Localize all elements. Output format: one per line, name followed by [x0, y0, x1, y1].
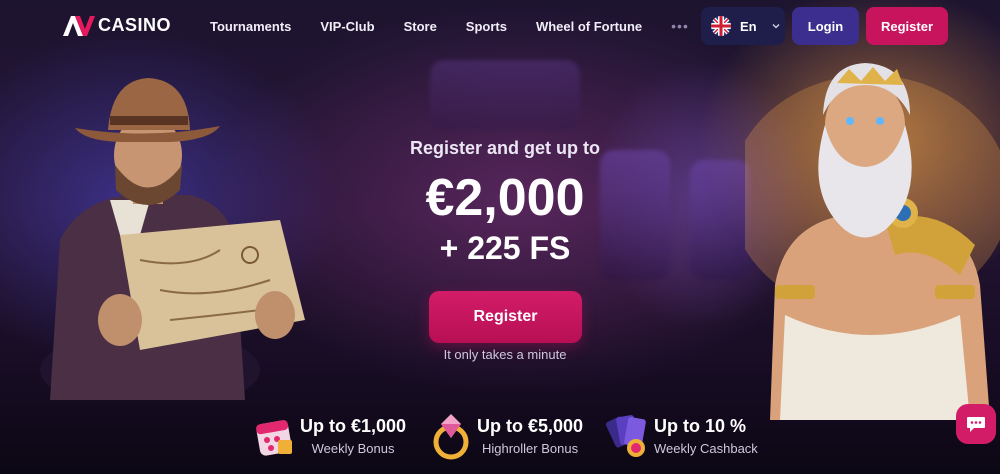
- chat-button[interactable]: [956, 404, 996, 444]
- register-button-hero[interactable]: Register: [429, 291, 582, 343]
- cashback-cards-icon: [606, 415, 646, 457]
- bonus-title: Up to €5,000: [477, 415, 584, 436]
- site-logo[interactable]: CASINO: [63, 15, 171, 36]
- calendar-gift-icon: [256, 420, 292, 456]
- hero-note: It only takes a minute: [443, 347, 567, 362]
- top-navigation-bar: CASINO Tournaments VIP-Club Store Sports…: [0, 0, 1000, 52]
- chevron-down-icon: [772, 23, 780, 29]
- main-nav: Tournaments VIP-Club Store Sports Wheel …: [210, 0, 689, 52]
- hero-bonus-amount: €2,000: [425, 169, 585, 227]
- explorer-character-illustration: [40, 78, 305, 400]
- nav-item-sports[interactable]: Sports: [466, 19, 507, 34]
- background-slot-machine: [430, 60, 580, 130]
- nav-item-store[interactable]: Store: [404, 19, 437, 34]
- nav-item-tournaments[interactable]: Tournaments: [210, 19, 291, 34]
- hero-free-spins: + 225 FS: [439, 230, 571, 266]
- zeus-character-illustration: [745, 63, 1000, 420]
- login-button[interactable]: Login: [792, 7, 859, 45]
- bonus-highroller: Up to €5,000 Highroller Bonus: [429, 410, 583, 460]
- uk-flag-icon: [711, 16, 731, 36]
- nav-item-wheel-of-fortune[interactable]: Wheel of Fortune: [536, 19, 642, 34]
- logo-mark-icon: [63, 15, 95, 36]
- bonus-title: Up to €1,000: [300, 415, 407, 436]
- background-slot-machine: [690, 160, 750, 280]
- bonus-subtitle: Weekly Bonus: [311, 440, 395, 456]
- nav-item-vip-club[interactable]: VIP-Club: [320, 19, 374, 34]
- language-selector[interactable]: En: [701, 7, 785, 45]
- bonus-subtitle: Highroller Bonus: [481, 440, 579, 456]
- bonus-cashback: Up to 10 % Weekly Cashback: [606, 410, 758, 460]
- bonus-weekly: Up to €1,000 Weekly Bonus: [252, 410, 406, 460]
- hero-subtitle: Register and get up to: [409, 138, 600, 158]
- diamond-ring-icon: [433, 414, 469, 460]
- chat-bubble-icon: [967, 417, 985, 432]
- bonus-subtitle: Weekly Cashback: [654, 440, 758, 456]
- ellipsis-icon[interactable]: •••: [671, 18, 689, 34]
- register-button-header[interactable]: Register: [866, 7, 948, 45]
- language-label: En: [740, 18, 757, 34]
- logo-text: CASINO: [98, 15, 172, 35]
- bonus-title: Up to 10 %: [654, 415, 747, 436]
